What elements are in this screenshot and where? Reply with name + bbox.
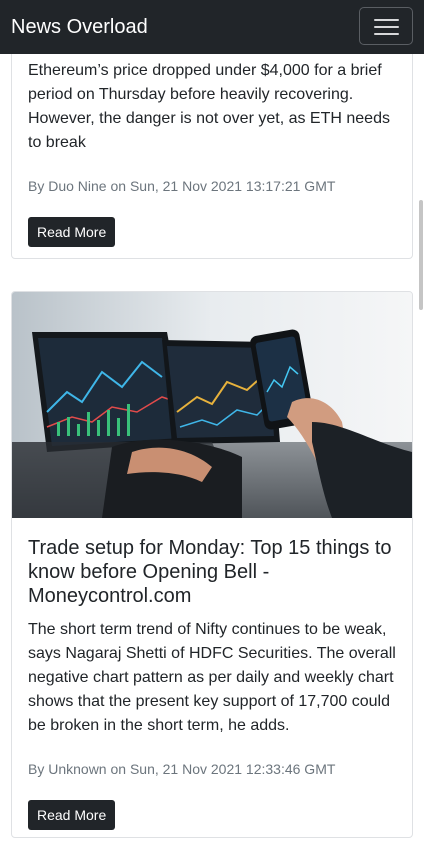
article-description: Ethereum’s price dropped under $4,000 fo… xyxy=(28,62,390,151)
article-card: Trade setup for Monday: Top 15 things to… xyxy=(11,291,413,838)
scrollbar[interactable] xyxy=(419,200,423,310)
article-description: The short term trend of Nifty continues … xyxy=(28,621,396,734)
card-body: Trade setup for Monday: Top 15 things to… xyxy=(28,536,398,830)
navbar-brand[interactable]: News Overload xyxy=(11,14,148,40)
article-image xyxy=(12,292,412,518)
navbar: News Overload xyxy=(0,0,424,54)
card-body: Ethereum’s price dropped under $4,000 fo… xyxy=(28,59,398,247)
read-more-button[interactable]: Read More xyxy=(28,800,116,830)
article-meta: By Duo Nine on Sun, 21 Nov 2021 13:17:21… xyxy=(28,178,336,194)
navbar-toggler-button[interactable] xyxy=(359,7,413,45)
article-meta: By Unknown on Sun, 21 Nov 2021 12:33:46 … xyxy=(28,761,336,777)
read-more-button[interactable]: Read More xyxy=(28,217,116,247)
laptop-phone-chart-image xyxy=(12,292,412,518)
article-title[interactable]: Trade setup for Monday: Top 15 things to… xyxy=(28,536,398,608)
